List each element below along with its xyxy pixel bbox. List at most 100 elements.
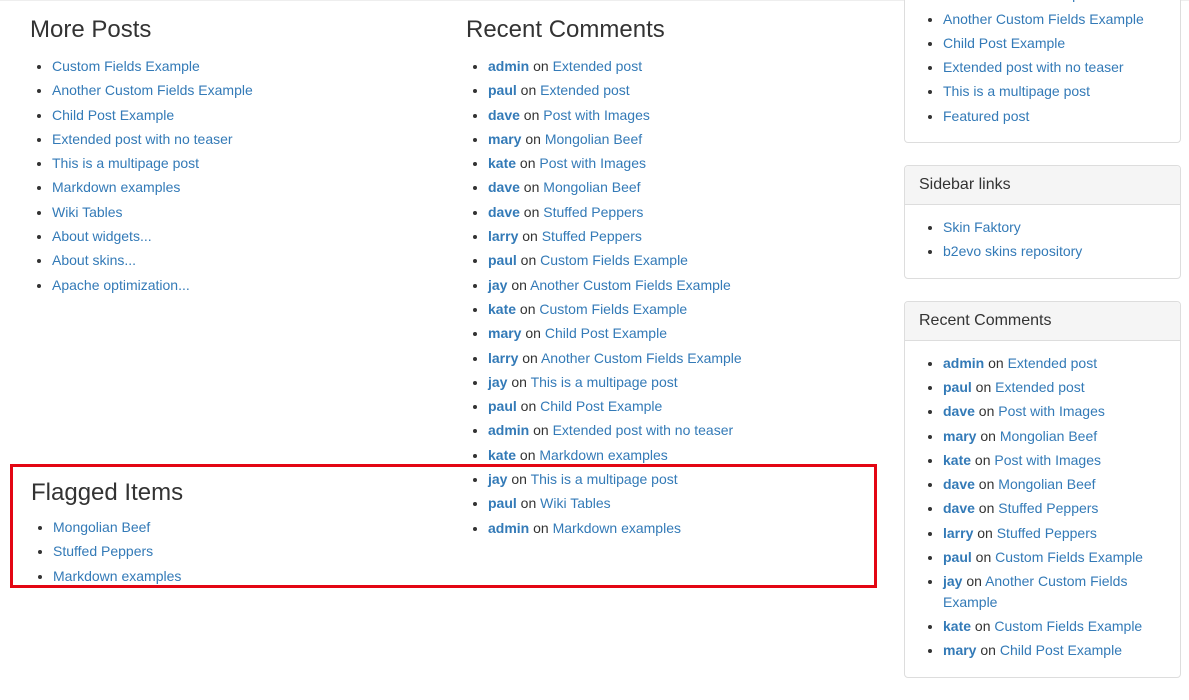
list-item: mary on Child Post Example bbox=[488, 323, 876, 343]
post-link[interactable]: Featured post bbox=[943, 108, 1029, 124]
comment-post-link[interactable]: Custom Fields Example bbox=[995, 549, 1143, 565]
flagged-item-link[interactable]: Mongolian Beef bbox=[53, 519, 150, 535]
more-posts-section: More Posts Custom Fields Example Another… bbox=[30, 16, 440, 299]
post-link[interactable]: Child Post Example bbox=[943, 35, 1065, 51]
comment-user-link[interactable]: mary bbox=[488, 131, 521, 147]
comment-post-link[interactable]: Extended post bbox=[1008, 355, 1098, 371]
comment-user-link[interactable]: paul bbox=[943, 379, 972, 395]
comment-post-link[interactable]: Mongolian Beef bbox=[1000, 428, 1097, 444]
on-text: on bbox=[972, 379, 995, 395]
comment-user-link[interactable]: dave bbox=[488, 204, 520, 220]
comment-user-link[interactable]: larry bbox=[488, 228, 518, 244]
comment-post-link[interactable]: Custom Fields Example bbox=[539, 301, 687, 317]
list-item: mary on Mongolian Beef bbox=[943, 426, 1166, 446]
comment-user-link[interactable]: kate bbox=[488, 301, 516, 317]
comment-post-link[interactable]: Custom Fields Example bbox=[540, 252, 688, 268]
post-link[interactable]: Wiki Tables bbox=[52, 204, 123, 220]
post-link[interactable]: Custom Fields Example bbox=[52, 58, 200, 74]
comment-post-link[interactable]: Custom Fields Example bbox=[994, 618, 1142, 634]
comment-post-link[interactable]: Child Post Example bbox=[545, 325, 667, 341]
post-link[interactable]: Child Post Example bbox=[52, 107, 174, 123]
post-link[interactable]: This is a multipage post bbox=[943, 83, 1090, 99]
comment-post-link[interactable]: Another Custom Fields Example bbox=[541, 350, 742, 366]
comment-post-link[interactable]: Stuffed Peppers bbox=[998, 500, 1098, 516]
comment-user-link[interactable]: paul bbox=[488, 82, 517, 98]
list-item: paul on Custom Fields Example bbox=[943, 547, 1166, 567]
comment-post-link[interactable]: Post with Images bbox=[994, 452, 1101, 468]
list-item: Apache optimization... bbox=[52, 275, 440, 295]
comment-user-link[interactable]: dave bbox=[943, 500, 975, 516]
sidebar-posts-widget: Stuffed Peppers Custom Fields Example An… bbox=[904, 0, 1181, 143]
post-link[interactable]: Another Custom Fields Example bbox=[52, 82, 253, 98]
comment-user-link[interactable]: admin bbox=[488, 58, 529, 74]
comment-user-link[interactable]: paul bbox=[488, 252, 517, 268]
comment-user-link[interactable]: mary bbox=[943, 428, 976, 444]
comment-post-link[interactable]: Extended post bbox=[553, 58, 643, 74]
sidebar-links-widget: Sidebar links Skin Faktory b2evo skins r… bbox=[904, 165, 1181, 279]
comment-post-link[interactable]: Post with Images bbox=[543, 107, 650, 123]
comment-user-link[interactable]: dave bbox=[488, 179, 520, 195]
comment-user-link[interactable]: kate bbox=[943, 618, 971, 634]
comment-user-link[interactable]: kate bbox=[488, 155, 516, 171]
post-link[interactable]: Another Custom Fields Example bbox=[943, 11, 1144, 27]
on-text: on bbox=[516, 155, 539, 171]
list-item: mary on Mongolian Beef bbox=[488, 129, 876, 149]
comment-user-link[interactable]: jay bbox=[488, 374, 507, 390]
comment-user-link[interactable]: jay bbox=[943, 573, 962, 589]
sidebar-link[interactable]: b2evo skins repository bbox=[943, 243, 1082, 259]
on-text: on bbox=[507, 277, 530, 293]
comment-user-link[interactable]: larry bbox=[488, 350, 518, 366]
comment-user-link[interactable]: dave bbox=[488, 107, 520, 123]
comment-post-link[interactable]: Mongolian Beef bbox=[543, 179, 640, 195]
flagged-item-link[interactable]: Stuffed Peppers bbox=[53, 543, 153, 559]
comment-user-link[interactable]: paul bbox=[943, 549, 972, 565]
post-link[interactable]: Extended post with no teaser bbox=[52, 131, 233, 147]
on-text: on bbox=[529, 422, 552, 438]
comment-user-link[interactable]: larry bbox=[943, 525, 973, 541]
comment-post-link[interactable]: Another Custom Fields Example bbox=[530, 277, 731, 293]
comment-user-link[interactable]: jay bbox=[488, 277, 507, 293]
comment-post-link[interactable]: Extended post with no teaser bbox=[553, 422, 734, 438]
on-text: on bbox=[984, 355, 1007, 371]
comment-user-link[interactable]: dave bbox=[943, 403, 975, 419]
comment-post-link[interactable]: Extended post bbox=[540, 82, 630, 98]
sidebar-link[interactable]: Skin Faktory bbox=[943, 219, 1021, 235]
list-item: paul on Custom Fields Example bbox=[488, 250, 876, 270]
list-item: mary on Child Post Example bbox=[943, 640, 1166, 660]
post-link[interactable]: Extended post with no teaser bbox=[943, 59, 1124, 75]
comment-user-link[interactable]: kate bbox=[943, 452, 971, 468]
list-item: jay on This is a multipage post bbox=[488, 372, 876, 392]
comment-post-link[interactable]: Post with Images bbox=[998, 403, 1105, 419]
comment-post-link[interactable]: Stuffed Peppers bbox=[997, 525, 1097, 541]
comment-user-link[interactable]: mary bbox=[488, 325, 521, 341]
on-text: on bbox=[976, 642, 999, 658]
post-link[interactable]: Custom Fields Example bbox=[943, 0, 1091, 2]
comment-post-link[interactable]: Post with Images bbox=[539, 155, 646, 171]
post-link[interactable]: About skins... bbox=[52, 252, 136, 268]
comment-user-link[interactable]: dave bbox=[943, 476, 975, 492]
comment-post-link[interactable]: Markdown examples bbox=[539, 447, 667, 463]
comment-user-link[interactable]: kate bbox=[488, 447, 516, 463]
flagged-item-link[interactable]: Markdown examples bbox=[53, 568, 181, 584]
comment-post-link[interactable]: Stuffed Peppers bbox=[542, 228, 642, 244]
comment-post-link[interactable]: Child Post Example bbox=[540, 398, 662, 414]
post-link[interactable]: About widgets... bbox=[52, 228, 152, 244]
flagged-items-list: Mongolian Beef Stuffed Peppers Markdown … bbox=[31, 517, 856, 586]
list-item: dave on Post with Images bbox=[488, 105, 876, 125]
comment-post-link[interactable]: Extended post bbox=[995, 379, 1085, 395]
comment-user-link[interactable]: paul bbox=[488, 398, 517, 414]
list-item: Another Custom Fields Example bbox=[52, 80, 440, 100]
comment-post-link[interactable]: Mongolian Beef bbox=[545, 131, 642, 147]
comment-post-link[interactable]: Stuffed Peppers bbox=[543, 204, 643, 220]
comment-post-link[interactable]: Child Post Example bbox=[1000, 642, 1122, 658]
comment-post-link[interactable]: Mongolian Beef bbox=[998, 476, 1095, 492]
post-link[interactable]: Markdown examples bbox=[52, 179, 180, 195]
post-link[interactable]: This is a multipage post bbox=[52, 155, 199, 171]
list-item: larry on Stuffed Peppers bbox=[488, 226, 876, 246]
comment-post-link[interactable]: This is a multipage post bbox=[531, 374, 678, 390]
comment-user-link[interactable]: mary bbox=[943, 642, 976, 658]
list-item: Child Post Example bbox=[52, 105, 440, 125]
post-link[interactable]: Apache optimization... bbox=[52, 277, 190, 293]
comment-user-link[interactable]: admin bbox=[488, 422, 529, 438]
comment-user-link[interactable]: admin bbox=[943, 355, 984, 371]
